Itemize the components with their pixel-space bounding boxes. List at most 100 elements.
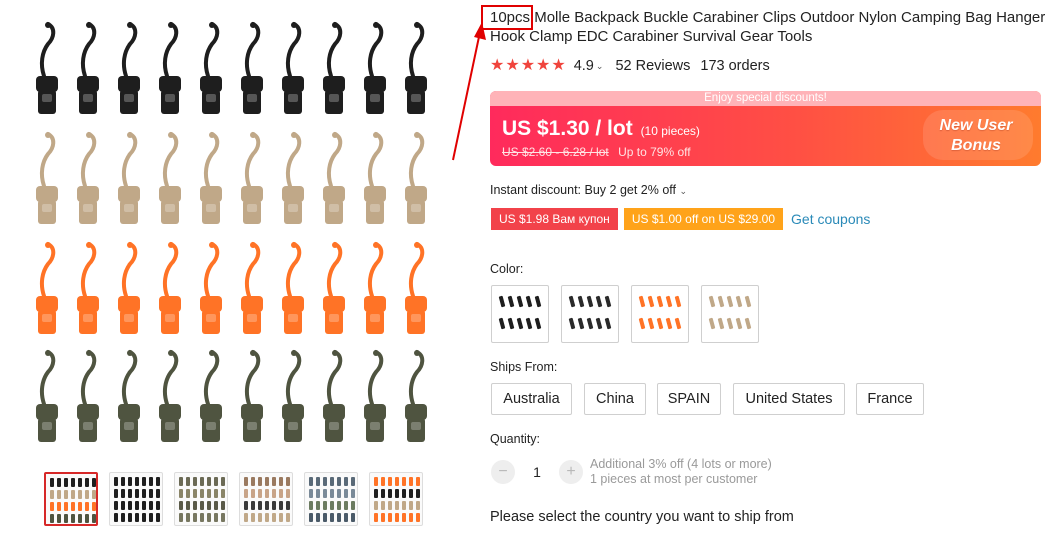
- thumb-mark: [395, 489, 399, 498]
- swatch-mark: [717, 317, 725, 330]
- get-coupons-link[interactable]: Get coupons: [791, 211, 870, 227]
- thumb-mark: [381, 477, 385, 486]
- thumb-mark: [214, 477, 218, 486]
- thumb-mark: [265, 501, 269, 510]
- ship-option-france[interactable]: France: [856, 383, 924, 415]
- thumb-mark: [193, 477, 197, 486]
- product-clip: [321, 348, 347, 448]
- thumb-mark: [416, 489, 420, 498]
- quantity-decrease-button[interactable]: −: [491, 460, 515, 484]
- thumb-mark: [64, 490, 68, 499]
- instant-discount[interactable]: Instant discount: Buy 2 get 2% off ⌄: [490, 183, 687, 197]
- thumb-mark: [78, 478, 82, 487]
- thumb-mark: [214, 489, 218, 498]
- thumb-mark: [114, 513, 118, 522]
- product-clip: [280, 348, 306, 448]
- thumb-mark: [323, 477, 327, 486]
- thumb-mark: [179, 477, 183, 486]
- swatch-mark: [656, 317, 664, 330]
- thumb-mark: [351, 501, 355, 510]
- quantity-input[interactable]: 1: [515, 464, 559, 480]
- swatch-mark: [595, 317, 603, 330]
- thumb-mark: [214, 513, 218, 522]
- product-clip: [239, 348, 265, 448]
- swatch-mark: [586, 295, 594, 308]
- thumb-mark: [337, 489, 341, 498]
- ship-option-spain[interactable]: SPAIN: [657, 383, 721, 415]
- thumbnail-2[interactable]: [109, 472, 163, 526]
- color-swatch-tan[interactable]: [701, 285, 759, 343]
- thumb-mark: [251, 513, 255, 522]
- color-swatch-black[interactable]: [491, 285, 549, 343]
- thumbnail-5[interactable]: [304, 472, 358, 526]
- clip-row-black: [14, 20, 456, 120]
- ship-option-china[interactable]: China: [584, 383, 646, 415]
- product-clip: [362, 240, 388, 340]
- product-clip: [198, 348, 224, 448]
- coupon-badge-1[interactable]: US $1.98 Вам купон: [491, 208, 618, 230]
- thumb-mark: [71, 514, 75, 523]
- thumb-mark: [186, 513, 190, 522]
- swatch-mark: [638, 295, 646, 308]
- product-clip: [75, 348, 101, 448]
- thumb-mark: [330, 477, 334, 486]
- thumb-mark: [374, 513, 378, 522]
- thumb-mark: [395, 513, 399, 522]
- rating-value[interactable]: 4.9: [574, 58, 594, 74]
- swatch-mark: [507, 295, 515, 308]
- thumb-mark: [78, 514, 82, 523]
- quantity-increase-button[interactable]: +: [559, 460, 583, 484]
- thumb-mark: [78, 490, 82, 499]
- thumbnail-4[interactable]: [239, 472, 293, 526]
- thumb-mark: [121, 513, 125, 522]
- thumb-mark: [57, 478, 61, 487]
- thumb-mark: [186, 501, 190, 510]
- thumb-mark: [64, 502, 68, 511]
- reviews-link[interactable]: 52 Reviews: [615, 58, 690, 74]
- main-product-image[interactable]: [14, 6, 456, 446]
- color-swatch-black-2[interactable]: [561, 285, 619, 343]
- thumb-mark: [258, 513, 262, 522]
- product-clip: [34, 130, 60, 230]
- thumbnail-6[interactable]: [369, 472, 423, 526]
- chevron-down-icon[interactable]: ⌄: [596, 61, 604, 72]
- thumb-mark: [114, 501, 118, 510]
- thumb-mark: [156, 513, 160, 522]
- swatch-mark: [525, 295, 533, 308]
- thumbnail-3[interactable]: [174, 472, 228, 526]
- swatch-mark: [726, 295, 734, 308]
- thumb-mark: [395, 501, 399, 510]
- coupon-badge-2[interactable]: US $1.00 off on US $29.00: [623, 208, 784, 230]
- thumb-mark: [128, 477, 132, 486]
- thumb-mark: [279, 513, 283, 522]
- ship-option-united-states[interactable]: United States: [733, 383, 845, 415]
- product-clip: [280, 130, 306, 230]
- product-clip: [403, 348, 429, 448]
- ship-option-australia[interactable]: Australia: [491, 383, 572, 415]
- new-user-line1: New User: [939, 117, 1013, 134]
- coupon-row: US $1.98 Вам купон US $1.00 off on US $2…: [491, 208, 870, 230]
- thumbnail-1[interactable]: [44, 472, 98, 526]
- product-clip: [34, 240, 60, 340]
- product-title: 10pcs Molle Backpack Buckle Carabiner Cl…: [490, 9, 1046, 45]
- color-swatch-orange[interactable]: [631, 285, 689, 343]
- swatch-mark: [665, 317, 673, 330]
- thumb-mark: [395, 477, 399, 486]
- thumb-mark: [323, 501, 327, 510]
- thumb-mark: [200, 501, 204, 510]
- thumb-mark: [156, 489, 160, 498]
- thumb-mark: [409, 513, 413, 522]
- product-clip: [403, 240, 429, 340]
- thumb-mark: [207, 501, 211, 510]
- thumb-mark: [50, 514, 54, 523]
- swatch-mark: [638, 317, 646, 330]
- swatch-mark: [735, 295, 743, 308]
- rating-stars-icon: ★ ★ ★ ★ ★: [490, 57, 566, 74]
- chevron-down-icon: ⌄: [679, 186, 688, 196]
- thumb-mark: [149, 513, 153, 522]
- thumb-mark: [374, 477, 378, 486]
- new-user-bonus-badge[interactable]: New User Bonus: [911, 106, 1041, 166]
- thumb-mark: [221, 513, 225, 522]
- thumb-mark: [179, 501, 183, 510]
- swatch-mark: [744, 295, 752, 308]
